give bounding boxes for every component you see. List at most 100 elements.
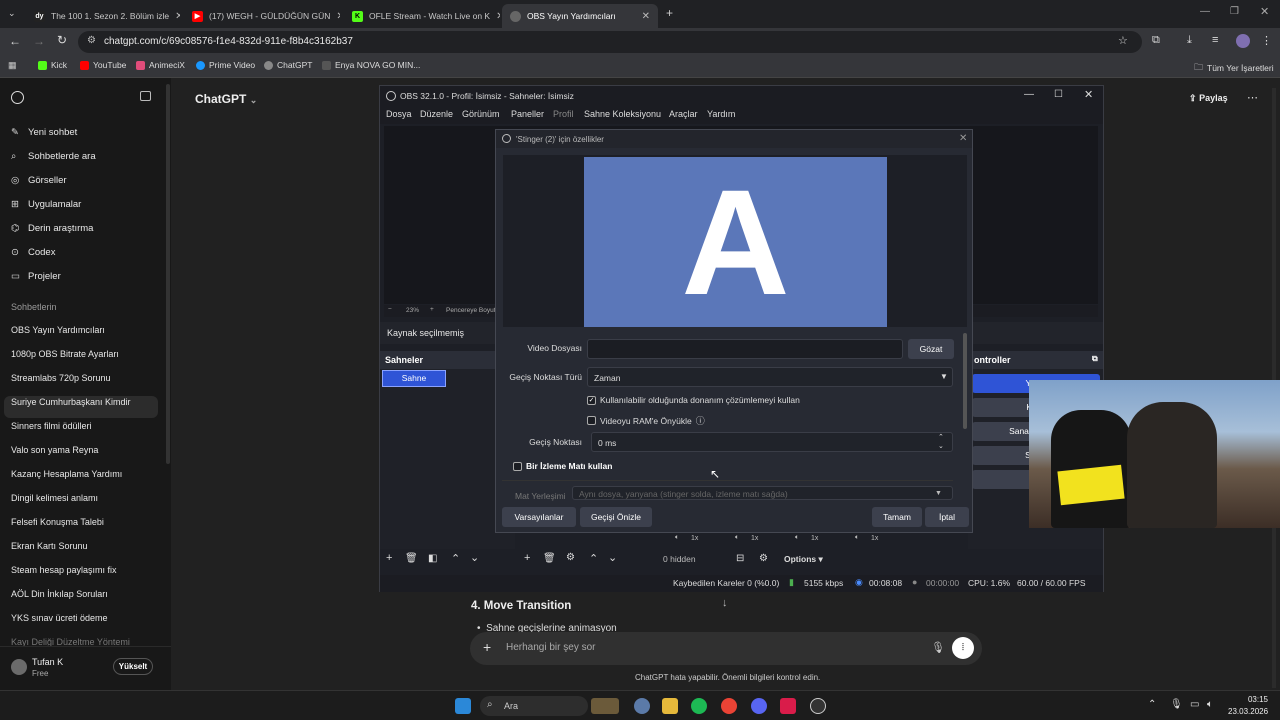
avatar[interactable] (11, 659, 27, 675)
bookmark-item[interactable]: AnimeciX (136, 60, 185, 70)
obs-icon[interactable] (810, 698, 826, 714)
bookmark-item[interactable]: ChatGPT (264, 60, 312, 70)
menu-item[interactable]: Araçlar (669, 109, 698, 119)
preview-transition-button[interactable]: Geçişi Önizle (580, 507, 652, 527)
close-window-icon[interactable]: ✕ (1260, 5, 1269, 18)
mute-icon[interactable]: 🔈︎ (795, 534, 799, 542)
sidebar-search-chats[interactable]: ⌕ Sohbetlerde ara (11, 151, 96, 162)
openai-logo-icon[interactable] (11, 91, 24, 104)
clock-date[interactable]: 23.03.2026 (1228, 707, 1268, 716)
transition-point-type-select[interactable]: Zaman ▼ (587, 367, 953, 387)
site-info-icon[interactable]: ⚙ (87, 35, 96, 46)
mute-icon[interactable]: 🔈︎ (855, 534, 859, 542)
stepper-arrows-icon[interactable]: ⌃ ⌄ (938, 433, 944, 451)
menu-item[interactable]: Profil (553, 109, 574, 119)
layout-icon[interactable]: ⊟ (736, 553, 744, 564)
ok-button[interactable]: Tamam (872, 507, 922, 527)
menu-item[interactable]: Paneller (511, 109, 544, 119)
chat-list-item[interactable]: Dingil kelimesi anlamı (11, 493, 98, 503)
upgrade-button[interactable]: Yükselt (113, 658, 153, 675)
close-icon[interactable]: ✕ (1084, 88, 1093, 101)
bookmark-item[interactable]: YouTube (80, 60, 126, 70)
help-icon[interactable]: ⓘ (696, 414, 705, 427)
close-icon[interactable]: ✕ (175, 11, 180, 22)
preload-ram-checkbox[interactable]: Videoyu RAM'e Önyükle ⓘ (587, 414, 705, 427)
spotify-icon[interactable] (691, 698, 707, 714)
sidebar-apps[interactable]: ⊞ Uygulamalar (11, 199, 81, 210)
chat-list-item[interactable]: Streamlabs 720p Sorunu (11, 373, 111, 383)
chat-list-item[interactable]: OBS Yayın Yardımcıları (11, 325, 105, 335)
share-button[interactable]: ⇪ Paylaş (1189, 93, 1228, 104)
browser-tab-active[interactable]: OBS Yayın Yardımcıları ✕ (502, 4, 658, 28)
chat-list-item[interactable]: Sinners filmi ödülleri (11, 421, 92, 431)
browse-button[interactable]: Gözat (908, 339, 954, 359)
download-icon[interactable]: ⤓ (1187, 34, 1192, 47)
more-options-icon[interactable]: ⋯ (1247, 91, 1258, 104)
mixer-settings-icon[interactable]: ⚙ (759, 553, 768, 564)
sidebar-toggle-icon[interactable] (140, 91, 151, 101)
composer-box[interactable]: + Herhangi bir şey sor 🎙 ⦙ (470, 632, 982, 665)
scene-filter-icon[interactable]: ◧ (428, 553, 437, 564)
model-selector[interactable]: ChatGPT ⌄ (195, 92, 257, 106)
chat-list-item[interactable]: Suriye Cumhurbaşkanı Kimdir (11, 397, 131, 407)
hw-decode-checkbox[interactable]: ✓ Kullanılabilir olduğunda donanım çözüml… (587, 395, 800, 405)
tab-list-icon[interactable]: ⌄ (8, 8, 16, 19)
close-icon[interactable]: ✕ (642, 11, 650, 22)
move-down-icon[interactable]: ⌄ (608, 551, 617, 564)
menu-item[interactable]: Düzenle (420, 109, 453, 119)
back-icon[interactable]: ← (9, 34, 21, 48)
taskbar-search[interactable]: ⌕ Ara (480, 696, 588, 716)
bookmark-item[interactable]: Prime Video (196, 60, 255, 70)
move-down-icon[interactable]: ⌄ (470, 551, 479, 564)
all-bookmarks[interactable]: 🗀 Tüm Yer İşaretleri (1194, 60, 1274, 76)
composer-input[interactable]: Herhangi bir şey sor (506, 642, 595, 653)
move-up-icon[interactable]: ⌃ (589, 552, 598, 565)
move-up-icon[interactable]: ⌃ (451, 552, 460, 565)
undock-icon[interactable]: ⧉ (1092, 354, 1098, 364)
chat-list-item[interactable]: Kazanç Hesaplama Yardımı (11, 469, 122, 479)
cancel-button[interactable]: İptal (925, 507, 969, 527)
add-source-icon[interactable]: + (524, 552, 530, 564)
bookmark-item[interactable]: Enya NOVA GO MIN... (322, 60, 420, 70)
close-icon[interactable]: ✕ (959, 133, 967, 144)
source-properties-icon[interactable]: ⚙ (566, 552, 575, 563)
network-icon[interactable]: ▭ (1190, 699, 1199, 710)
sidebar-scrollbar[interactable] (166, 84, 170, 464)
apps-grid-icon[interactable]: ▦ (8, 60, 17, 71)
url-field[interactable]: ⚙ chatgpt.com/c/69c08576-f1e4-832d-911e-… (78, 31, 1142, 53)
remove-scene-icon[interactable]: 🗑 (405, 553, 418, 564)
browser-tab[interactable]: ▶ (17) WEGH - GÜLDÜĞÜN GÜN ✕ (184, 4, 340, 28)
minimize-icon[interactable]: — (1024, 89, 1034, 100)
settings-icon[interactable] (634, 698, 650, 714)
sidebar-new-chat[interactable]: ✎ Yeni sohbet (11, 127, 77, 138)
reload-icon[interactable]: ↻ (57, 33, 67, 47)
browser-tab[interactable]: K OFLE Stream - Watch Live on K ✕ (344, 4, 500, 28)
mute-icon[interactable]: 🔈︎ (735, 534, 739, 542)
microphone-icon[interactable]: 🎙 (931, 641, 945, 654)
zoom-in-icon[interactable]: + (430, 306, 434, 313)
transition-point-spinbox[interactable]: 0 ms ⌃ ⌄ (591, 432, 953, 452)
dialog-scrollbar[interactable] (963, 333, 967, 429)
chat-list-item[interactable]: Steam hesap paylaşımı fix (11, 565, 117, 575)
mute-icon[interactable]: 🔈︎ (675, 534, 679, 542)
show-hidden-icons[interactable]: ⌃ (1148, 699, 1156, 710)
sidebar-images[interactable]: ◎ Görseller (11, 175, 67, 186)
chat-list-item[interactable]: Ekran Kartı Sorunu (11, 541, 88, 551)
fit-to-window[interactable]: Pencereye Boyutl (446, 307, 497, 314)
close-icon[interactable]: ✕ (336, 11, 340, 22)
close-icon[interactable]: ✕ (496, 11, 500, 22)
matte-layout-select[interactable]: Aynı dosya, yanyana (stinger solda, izle… (572, 486, 953, 500)
sidebar-projects[interactable]: ▭ Projeler (11, 271, 61, 282)
defaults-button[interactable]: Varsayılanlar (502, 507, 576, 527)
voice-mode-icon[interactable]: ⦙ (952, 637, 974, 659)
chat-list-item[interactable]: YKS sınav ücreti ödeme (11, 613, 108, 623)
remove-source-icon[interactable]: 🗑 (543, 553, 556, 564)
media-icon[interactable]: ≡ (1212, 34, 1218, 46)
microphone-icon[interactable]: 🎙 (1170, 699, 1183, 710)
chat-list-item[interactable]: AÖL Din İnkılap Soruları (11, 589, 108, 599)
chat-list-item[interactable]: Valo son yama Reyna (11, 445, 98, 455)
menu-dots-icon[interactable]: ⋮ (1261, 34, 1272, 47)
discord-icon[interactable] (751, 698, 767, 714)
extensions-icon[interactable]: ⧉ (1152, 34, 1160, 47)
profile-avatar[interactable] (1236, 34, 1250, 48)
